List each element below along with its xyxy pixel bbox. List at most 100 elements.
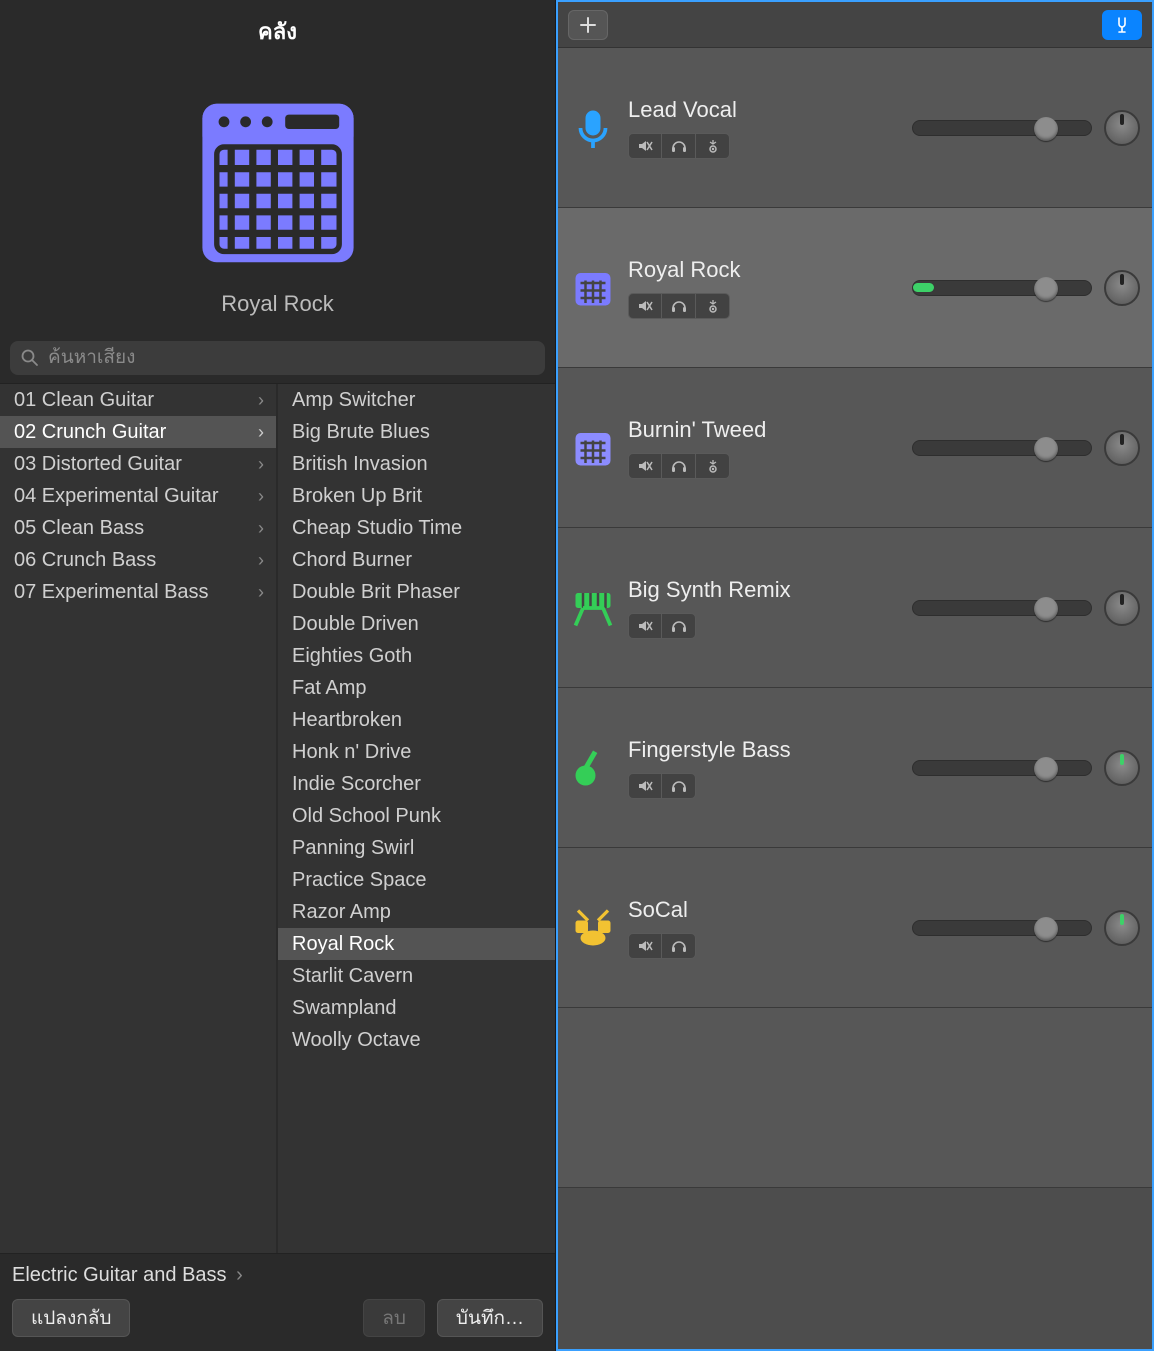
chevron-right-icon: › xyxy=(258,390,264,411)
preset-label: Eighties Goth xyxy=(292,645,412,668)
solo-button[interactable] xyxy=(662,453,696,479)
preset-item[interactable]: Razor Amp xyxy=(278,896,555,928)
track-name: Big Synth Remix xyxy=(628,577,898,603)
mute-icon xyxy=(637,778,653,794)
track-row[interactable]: Fingerstyle Bass xyxy=(558,688,1152,848)
preset-item[interactable]: Royal Rock xyxy=(278,928,555,960)
delete-button[interactable]: ลบ xyxy=(363,1299,425,1337)
preset-item[interactable]: Double Driven xyxy=(278,608,555,640)
category-item[interactable]: 01 Clean Guitar› xyxy=(0,384,276,416)
track-icon xyxy=(572,908,614,948)
pan-knob[interactable] xyxy=(1104,750,1140,786)
track-controls xyxy=(628,933,898,959)
preset-item[interactable]: Double Brit Phaser xyxy=(278,576,555,608)
mute-icon xyxy=(637,298,653,314)
breadcrumb[interactable]: Electric Guitar and Bass › xyxy=(0,1254,555,1293)
category-label: 06 Crunch Bass xyxy=(14,549,156,572)
track-row[interactable]: Royal Rock xyxy=(558,208,1152,368)
preset-item[interactable]: Panning Swirl xyxy=(278,832,555,864)
preset-item[interactable]: Starlit Cavern xyxy=(278,960,555,992)
library-browser: 01 Clean Guitar›02 Crunch Guitar›03 Dist… xyxy=(0,383,555,1254)
mute-button[interactable] xyxy=(628,453,662,479)
preset-item[interactable]: Fat Amp xyxy=(278,672,555,704)
preset-item[interactable]: Amp Switcher xyxy=(278,384,555,416)
preset-item[interactable]: Indie Scorcher xyxy=(278,768,555,800)
preset-item[interactable]: Cheap Studio Time xyxy=(278,512,555,544)
track-row[interactable]: Big Synth Remix xyxy=(558,528,1152,688)
mute-button[interactable] xyxy=(628,133,662,159)
revert-button[interactable]: แปลงกลับ xyxy=(12,1299,130,1337)
preset-label: Amp Switcher xyxy=(292,389,415,412)
preset-label: Chord Burner xyxy=(292,549,412,572)
track-controls xyxy=(628,773,898,799)
volume-slider[interactable] xyxy=(912,440,1092,456)
input-monitor-button[interactable] xyxy=(696,453,730,479)
search-input[interactable] xyxy=(10,341,545,375)
volume-slider[interactable] xyxy=(912,760,1092,776)
pan-knob[interactable] xyxy=(1104,590,1140,626)
category-label: 07 Experimental Bass xyxy=(14,581,209,604)
preset-item[interactable]: Woolly Octave xyxy=(278,1024,555,1056)
preset-item[interactable]: Heartbroken xyxy=(278,704,555,736)
track-name: SoCal xyxy=(628,897,898,923)
save-button[interactable]: บันทึก… xyxy=(437,1299,543,1337)
mute-button[interactable] xyxy=(628,293,662,319)
preset-label: Indie Scorcher xyxy=(292,773,421,796)
solo-button[interactable] xyxy=(662,293,696,319)
amp-icon xyxy=(573,428,613,468)
drums-icon xyxy=(573,908,613,948)
preset-item[interactable]: Practice Space xyxy=(278,864,555,896)
preset-label: Old School Punk xyxy=(292,805,441,828)
preset-item[interactable]: Swampland xyxy=(278,992,555,1024)
solo-button[interactable] xyxy=(662,773,696,799)
volume-slider[interactable] xyxy=(912,920,1092,936)
pan-knob[interactable] xyxy=(1104,270,1140,306)
headphones-icon xyxy=(671,618,687,634)
volume-slider[interactable] xyxy=(912,600,1092,616)
input-monitor-button[interactable] xyxy=(696,133,730,159)
track-list: Lead Vocal Royal Rock xyxy=(558,48,1152,1349)
track-name: Fingerstyle Bass xyxy=(628,737,898,763)
category-item[interactable]: 04 Experimental Guitar› xyxy=(0,480,276,512)
add-track-button[interactable] xyxy=(568,10,608,40)
volume-slider[interactable] xyxy=(912,280,1092,296)
preset-label: Fat Amp xyxy=(292,677,366,700)
solo-button[interactable] xyxy=(662,933,696,959)
solo-button[interactable] xyxy=(662,133,696,159)
preset-column[interactable]: Amp Switcher Big Brute Blues British Invas… xyxy=(278,384,555,1253)
chevron-right-icon: › xyxy=(258,582,264,603)
preset-label: Woolly Octave xyxy=(292,1029,421,1052)
category-column[interactable]: 01 Clean Guitar›02 Crunch Guitar›03 Dist… xyxy=(0,384,278,1253)
mute-button[interactable] xyxy=(628,933,662,959)
preset-item[interactable]: Chord Burner xyxy=(278,544,555,576)
category-item[interactable]: 07 Experimental Bass › xyxy=(0,576,276,608)
track-row[interactable]: Lead Vocal xyxy=(558,48,1152,208)
preset-item[interactable]: British Invasion xyxy=(278,448,555,480)
pan-knob[interactable] xyxy=(1104,430,1140,466)
volume-slider[interactable] xyxy=(912,120,1092,136)
category-item[interactable]: 03 Distorted Guitar› xyxy=(0,448,276,480)
category-item[interactable]: 02 Crunch Guitar› xyxy=(0,416,276,448)
mic-icon xyxy=(573,108,613,148)
pan-knob[interactable] xyxy=(1104,110,1140,146)
category-item[interactable]: 05 Clean Bass› xyxy=(0,512,276,544)
tuner-button[interactable] xyxy=(1102,10,1142,40)
track-icon xyxy=(572,108,614,148)
mute-button[interactable] xyxy=(628,613,662,639)
input-monitor-button[interactable] xyxy=(696,293,730,319)
preset-item[interactable]: Big Brute Blues xyxy=(278,416,555,448)
preset-item[interactable]: Old School Punk xyxy=(278,800,555,832)
mute-button[interactable] xyxy=(628,773,662,799)
preset-item[interactable]: Broken Up Brit xyxy=(278,480,555,512)
instrument-preview xyxy=(0,55,555,273)
track-row[interactable]: SoCal xyxy=(558,848,1152,1008)
headphones-icon xyxy=(671,458,687,474)
category-item[interactable]: 06 Crunch Bass› xyxy=(0,544,276,576)
empty-track-area xyxy=(558,1008,1152,1188)
solo-button[interactable] xyxy=(662,613,696,639)
pan-knob[interactable] xyxy=(1104,910,1140,946)
preset-label: British Invasion xyxy=(292,453,428,476)
track-row[interactable]: Burnin' Tweed xyxy=(558,368,1152,528)
preset-item[interactable]: Eighties Goth xyxy=(278,640,555,672)
preset-item[interactable]: Honk n' Drive xyxy=(278,736,555,768)
